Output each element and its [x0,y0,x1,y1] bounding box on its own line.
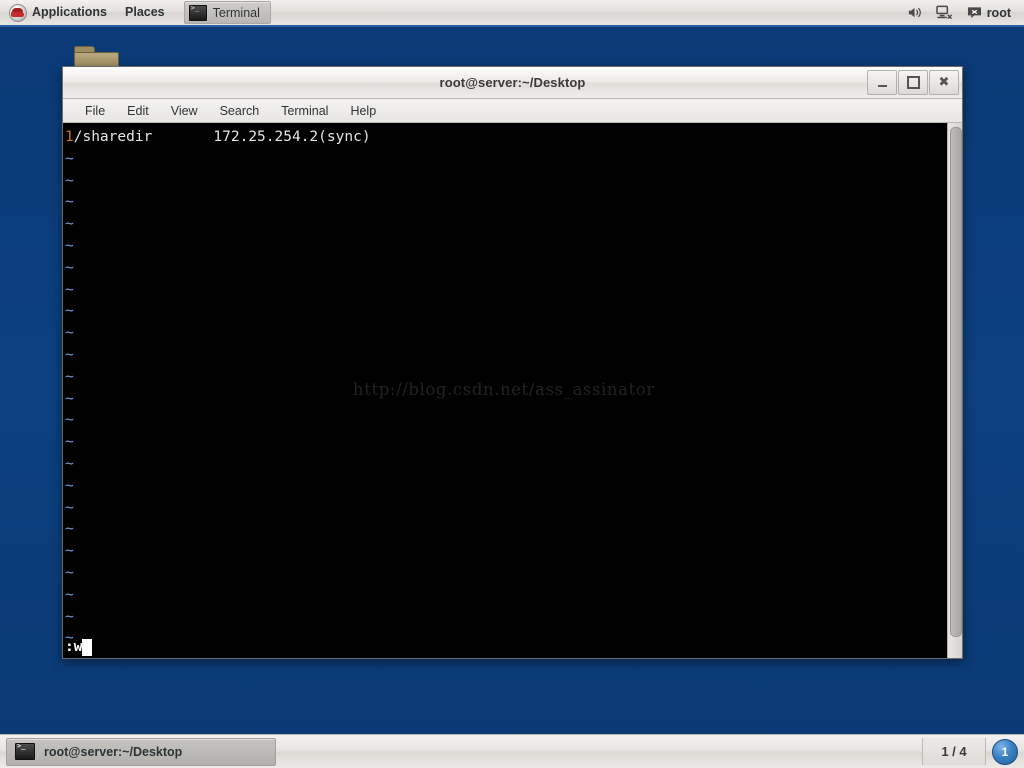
vim-empty-line: ~ [65,454,947,476]
desktop[interactable]: Applications Places Terminal [0,0,1024,768]
tilde-glyph: ~ [65,390,74,407]
tilde-glyph: ~ [65,455,74,472]
taskbar-window-label: root@server:~/Desktop [44,744,183,759]
vim-empty-line: ~ [65,214,947,236]
vim-command-text: :w [65,639,83,655]
menu-help[interactable]: Help [340,102,386,120]
terminal-icon [188,4,207,21]
terminal-icon [15,742,35,760]
applications-menu-label: Applications [32,5,108,19]
maximize-icon [906,76,920,89]
taskbar-window-button[interactable]: root@server:~/Desktop [6,737,276,766]
vim-empty-line: ~ [65,323,947,345]
tilde-glyph: ~ [65,259,74,276]
menu-search[interactable]: Search [210,102,270,120]
close-button[interactable]: ✖ [929,70,959,95]
window-controls: ✖ [867,70,959,95]
speaker-icon [907,5,922,20]
vim-empty-line: ~ [65,519,947,541]
tilde-glyph: ~ [65,303,74,320]
tilde-glyph: ~ [65,477,74,494]
workspace-count-label[interactable]: 1 / 4 [922,738,986,765]
vim-empty-line: ~ [65,607,947,629]
tilde-glyph: ~ [65,368,74,385]
user-tray-item[interactable]: root [960,1,1018,24]
tilde-glyph: ~ [65,237,74,254]
system-tray: root [900,1,1024,24]
tilde-glyph: ~ [65,281,74,298]
vim-empty-line: ~ [65,432,947,454]
menu-terminal[interactable]: Terminal [271,102,338,120]
red-hat-logo-icon [9,3,27,22]
tilde-glyph: ~ [65,194,74,211]
vim-empty-line: ~ [65,171,947,193]
tilde-glyph: ~ [65,564,74,581]
top-panel: Applications Places Terminal [0,0,1024,27]
close-icon: ✖ [938,75,950,90]
places-menu[interactable]: Places [117,1,173,24]
menu-view[interactable]: View [161,102,208,120]
volume-tray-item[interactable] [900,1,929,24]
vim-empty-line: ~ [65,541,947,563]
vim-empty-line: ~ [65,301,947,323]
network-tray-item[interactable] [929,1,960,24]
watermark-text: http://blog.csdn.net/ass_assinator [353,380,655,399]
tilde-glyph: ~ [65,325,74,342]
window-button-terminal[interactable]: Terminal [183,1,271,24]
vim-line-number: 1 [65,129,74,145]
tilde-glyph: ~ [65,586,74,603]
vim-empty-line: ~ [65,628,947,650]
vim-command-line[interactable]: :w [65,636,93,658]
tilde-glyph: ~ [65,521,74,538]
network-disconnected-icon [935,5,953,20]
vim-empty-line: ~ [65,345,947,367]
tilde-glyph: ~ [65,499,74,516]
tilde-glyph: ~ [65,434,74,451]
tilde-glyph: ~ [65,543,74,560]
vim-empty-line: ~ [65,410,947,432]
tilde-glyph: ~ [65,412,74,429]
menu-file[interactable]: File [75,102,115,120]
window-titlebar[interactable]: root@server:~/Desktop ✖ [63,67,962,99]
user-status-icon [967,6,982,20]
top-window-list: Terminal [183,1,271,24]
minimize-icon [877,84,887,87]
window-button-label: Terminal [212,5,260,20]
workspace-switcher: 1 / 4 1 [922,735,1024,768]
vim-empty-line: ~ [65,149,947,171]
vim-empty-line: ~ [65,236,947,258]
terminal-scrollbar[interactable] [947,123,962,658]
vim-empty-line: ~ [65,280,947,302]
tilde-glyph: ~ [65,150,74,167]
vim-empty-line: ~ [65,585,947,607]
tilde-glyph: ~ [65,346,74,363]
tilde-glyph: ~ [65,216,74,233]
vim-empty-line: ~ [65,192,947,214]
vim-line-text: /sharedir 172.25.254.2(sync) [73,129,371,145]
vim-empty-line: ~ [65,476,947,498]
vim-empty-line: ~ [65,498,947,520]
terminal-window[interactable]: root@server:~/Desktop ✖ File Edit View S… [62,66,963,659]
vim-cursor [82,638,93,656]
terminal-body[interactable]: 1/sharedir 172.25.254.2(sync) ~ ~ ~ ~ ~ ~ ~ ~ ~ ~… [63,123,962,658]
bottom-panel: root@server:~/Desktop 1 / 4 1 [0,734,1024,768]
scrollbar-thumb[interactable] [950,127,962,637]
window-title: root@server:~/Desktop [439,75,586,90]
maximize-button[interactable] [898,70,928,95]
terminal-screen[interactable]: 1/sharedir 172.25.254.2(sync) ~ ~ ~ ~ ~ ~ ~ ~ ~ ~… [63,123,947,658]
vim-empty-line: ~ [65,563,947,585]
menu-edit[interactable]: Edit [117,102,159,120]
terminal-menubar: File Edit View Search Terminal Help [63,99,962,123]
minimize-button[interactable] [867,70,897,95]
places-menu-label: Places [125,5,165,19]
vim-empty-line: ~ [65,258,947,280]
tilde-glyph: ~ [65,608,74,625]
applications-menu[interactable]: Applications [1,1,115,24]
workspace-current-badge[interactable]: 1 [992,738,1018,765]
user-name-label: root [986,5,1011,20]
tilde-glyph: ~ [65,172,74,189]
vim-buffer-line-1: 1/sharedir 172.25.254.2(sync) [65,127,947,149]
